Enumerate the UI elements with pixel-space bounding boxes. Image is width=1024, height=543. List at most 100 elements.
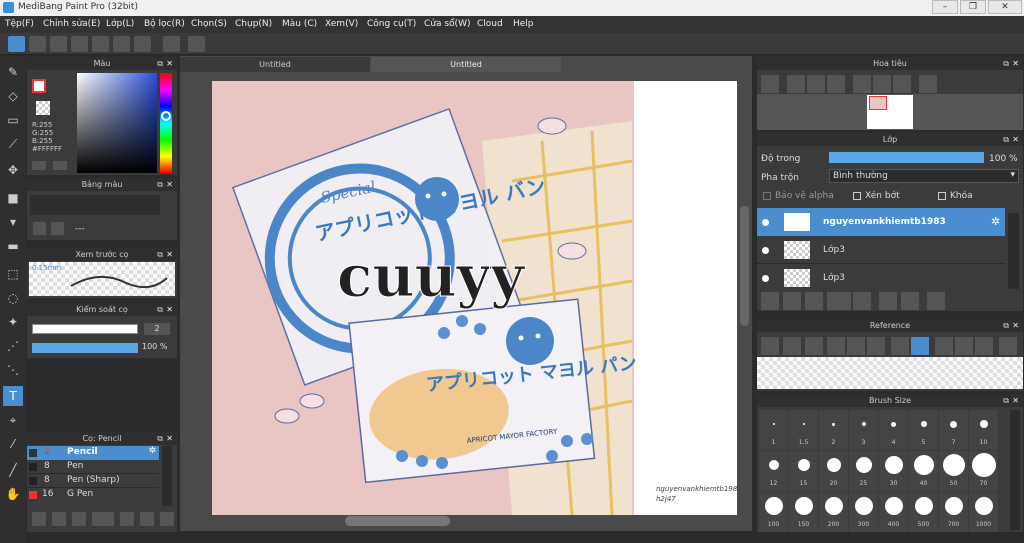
brush-size-cell[interactable]: 1.5 [789, 410, 818, 450]
popout-icon[interactable]: ⧉ [1003, 394, 1009, 407]
ref-hand-icon[interactable] [911, 337, 929, 355]
undo-icon[interactable] [163, 36, 180, 52]
navigator-thumbnail[interactable] [867, 95, 913, 129]
brush-list-scrollbar[interactable] [162, 446, 172, 506]
layer-menu-icon[interactable] [827, 292, 851, 310]
lasso-icon[interactable]: ◌ [3, 288, 23, 308]
close-icon[interactable]: ✕ [166, 248, 173, 261]
brush-size-cell[interactable]: 1 [759, 410, 788, 450]
select-pen-icon[interactable]: ⋰ [3, 336, 23, 356]
delete-brush-icon[interactable] [120, 512, 134, 526]
close-icon[interactable]: ✕ [166, 432, 173, 445]
brush-item-pen-sharp[interactable]: 8 Pen (Sharp) [27, 474, 159, 488]
brush-size-cell[interactable]: 25 [849, 451, 878, 491]
popout-icon[interactable]: ⧉ [1003, 319, 1009, 332]
lock-checkbox[interactable] [938, 192, 946, 200]
menu-tools[interactable]: Công cụ(T) [367, 19, 416, 29]
doc-icon[interactable] [71, 36, 88, 52]
bg-color-swatch[interactable] [36, 101, 50, 115]
ref-rotate-left-icon[interactable] [935, 337, 953, 355]
minimize-button[interactable]: – [932, 0, 958, 14]
size-value[interactable]: 2 [144, 323, 170, 335]
brush-size-cell[interactable]: 40 [909, 451, 938, 491]
move-tool-icon[interactable]: ✥ [3, 160, 23, 180]
new-layer-icon[interactable] [761, 292, 779, 310]
palette-add-icon[interactable] [32, 161, 46, 170]
hand-icon[interactable]: ✋ [3, 484, 23, 504]
sv-color-picker[interactable] [77, 73, 157, 173]
eye-icon[interactable] [762, 247, 769, 254]
close-icon[interactable]: ✕ [1012, 133, 1019, 146]
palette-swap-icon[interactable] [53, 161, 67, 170]
layer-row[interactable]: nguyenvankhiemtb1983 ✲ [757, 208, 1005, 236]
menu-layer[interactable]: Lớp(L) [106, 19, 134, 29]
hue-handle[interactable] [161, 111, 171, 121]
doc2-icon[interactable] [92, 36, 109, 52]
select-eraser-icon[interactable]: ⋱ [3, 360, 23, 380]
brush-size-cell[interactable]: 150 [789, 492, 818, 532]
palette-delete-icon[interactable] [51, 222, 64, 235]
popout-icon[interactable]: ⧉ [157, 178, 163, 191]
delete-layer-icon[interactable] [927, 292, 945, 310]
brush-size-cell[interactable]: 3 [849, 410, 878, 450]
close-icon[interactable]: ✕ [166, 178, 173, 191]
brush-item-gpen[interactable]: 16 G Pen [27, 488, 159, 502]
layer-folder-icon[interactable] [853, 292, 871, 310]
popout-icon[interactable]: ⧉ [157, 248, 163, 261]
brush-size-cell[interactable]: 300 [849, 492, 878, 532]
close-ref-icon[interactable] [805, 337, 823, 355]
rotate-right-icon[interactable] [893, 75, 911, 93]
flip-icon[interactable] [919, 75, 937, 93]
menu-file[interactable]: Tệp(F) [5, 19, 34, 29]
cloud-brush-icon[interactable] [32, 512, 46, 526]
select-icon[interactable]: ⬚ [3, 264, 23, 284]
rotate-left-icon[interactable] [853, 75, 871, 93]
horizontal-scrollbar[interactable] [345, 516, 450, 526]
maximize-button[interactable]: ❐ [960, 0, 986, 14]
new-brush-icon[interactable] [52, 512, 66, 526]
zoom-in-icon[interactable] [787, 75, 805, 93]
close-icon[interactable]: ✕ [166, 303, 173, 316]
layer-opacity-slider[interactable] [829, 152, 984, 163]
blend-mode-select[interactable]: Bình thường ▾ [829, 169, 1019, 183]
menu-view[interactable]: Xem(V) [325, 19, 358, 29]
menu-select[interactable]: Chọn(S) [191, 19, 227, 29]
layer-row[interactable]: Lớp3 [757, 236, 1005, 264]
close-icon[interactable]: ✕ [166, 57, 173, 70]
zoom-fit-icon[interactable] [761, 75, 779, 93]
brush-menu-icon[interactable] [92, 512, 114, 526]
brush-size-cell[interactable]: 500 [909, 492, 938, 532]
menu-color[interactable]: Màu (C) [282, 19, 317, 29]
reference-view[interactable] [757, 357, 1023, 389]
cloud-icon[interactable] [8, 36, 25, 52]
ref-rotate-right-icon[interactable] [975, 337, 993, 355]
fill-rect-icon[interactable]: ■ [3, 188, 23, 208]
eye-icon[interactable] [762, 219, 769, 226]
brush-item-pencil[interactable]: 2 Pencil ✲ [27, 446, 159, 460]
menu-cloud[interactable]: Cloud [477, 19, 503, 29]
brush-size-cell[interactable]: 30 [879, 451, 908, 491]
new-layer-1bit-icon[interactable] [805, 292, 823, 310]
palette-add-icon[interactable] [33, 222, 46, 235]
brush-size-cell[interactable]: 20 [819, 451, 848, 491]
fg-color-swatch[interactable] [32, 79, 46, 93]
size-slider[interactable] [32, 324, 138, 334]
popout-icon[interactable]: ⧉ [157, 303, 163, 316]
gear-icon[interactable]: ✲ [148, 446, 156, 456]
gradient-icon[interactable]: ▬ [3, 236, 23, 256]
merge-layer-icon[interactable] [901, 292, 919, 310]
popout-icon[interactable]: ⧉ [1003, 133, 1009, 146]
brush-item-pen[interactable]: 8 Pen [27, 460, 159, 474]
folder-icon[interactable] [140, 512, 154, 526]
new-layer-8bit-icon[interactable] [783, 292, 801, 310]
grid-icon[interactable] [113, 36, 130, 52]
dropper2-icon[interactable]: ╱ [3, 460, 23, 480]
protect-alpha-checkbox[interactable] [763, 192, 771, 200]
ref-dropper-icon[interactable] [891, 337, 909, 355]
menu-edit[interactable]: Chỉnh sửa(E) [43, 19, 100, 29]
layer-scrollbar[interactable] [1008, 213, 1019, 289]
ref-rotate-reset-icon[interactable] [955, 337, 973, 355]
brush-size-cell[interactable]: 15 [789, 451, 818, 491]
menu-window[interactable]: Cửa sổ(W) [424, 19, 470, 29]
ref-flip-icon[interactable] [999, 337, 1017, 355]
